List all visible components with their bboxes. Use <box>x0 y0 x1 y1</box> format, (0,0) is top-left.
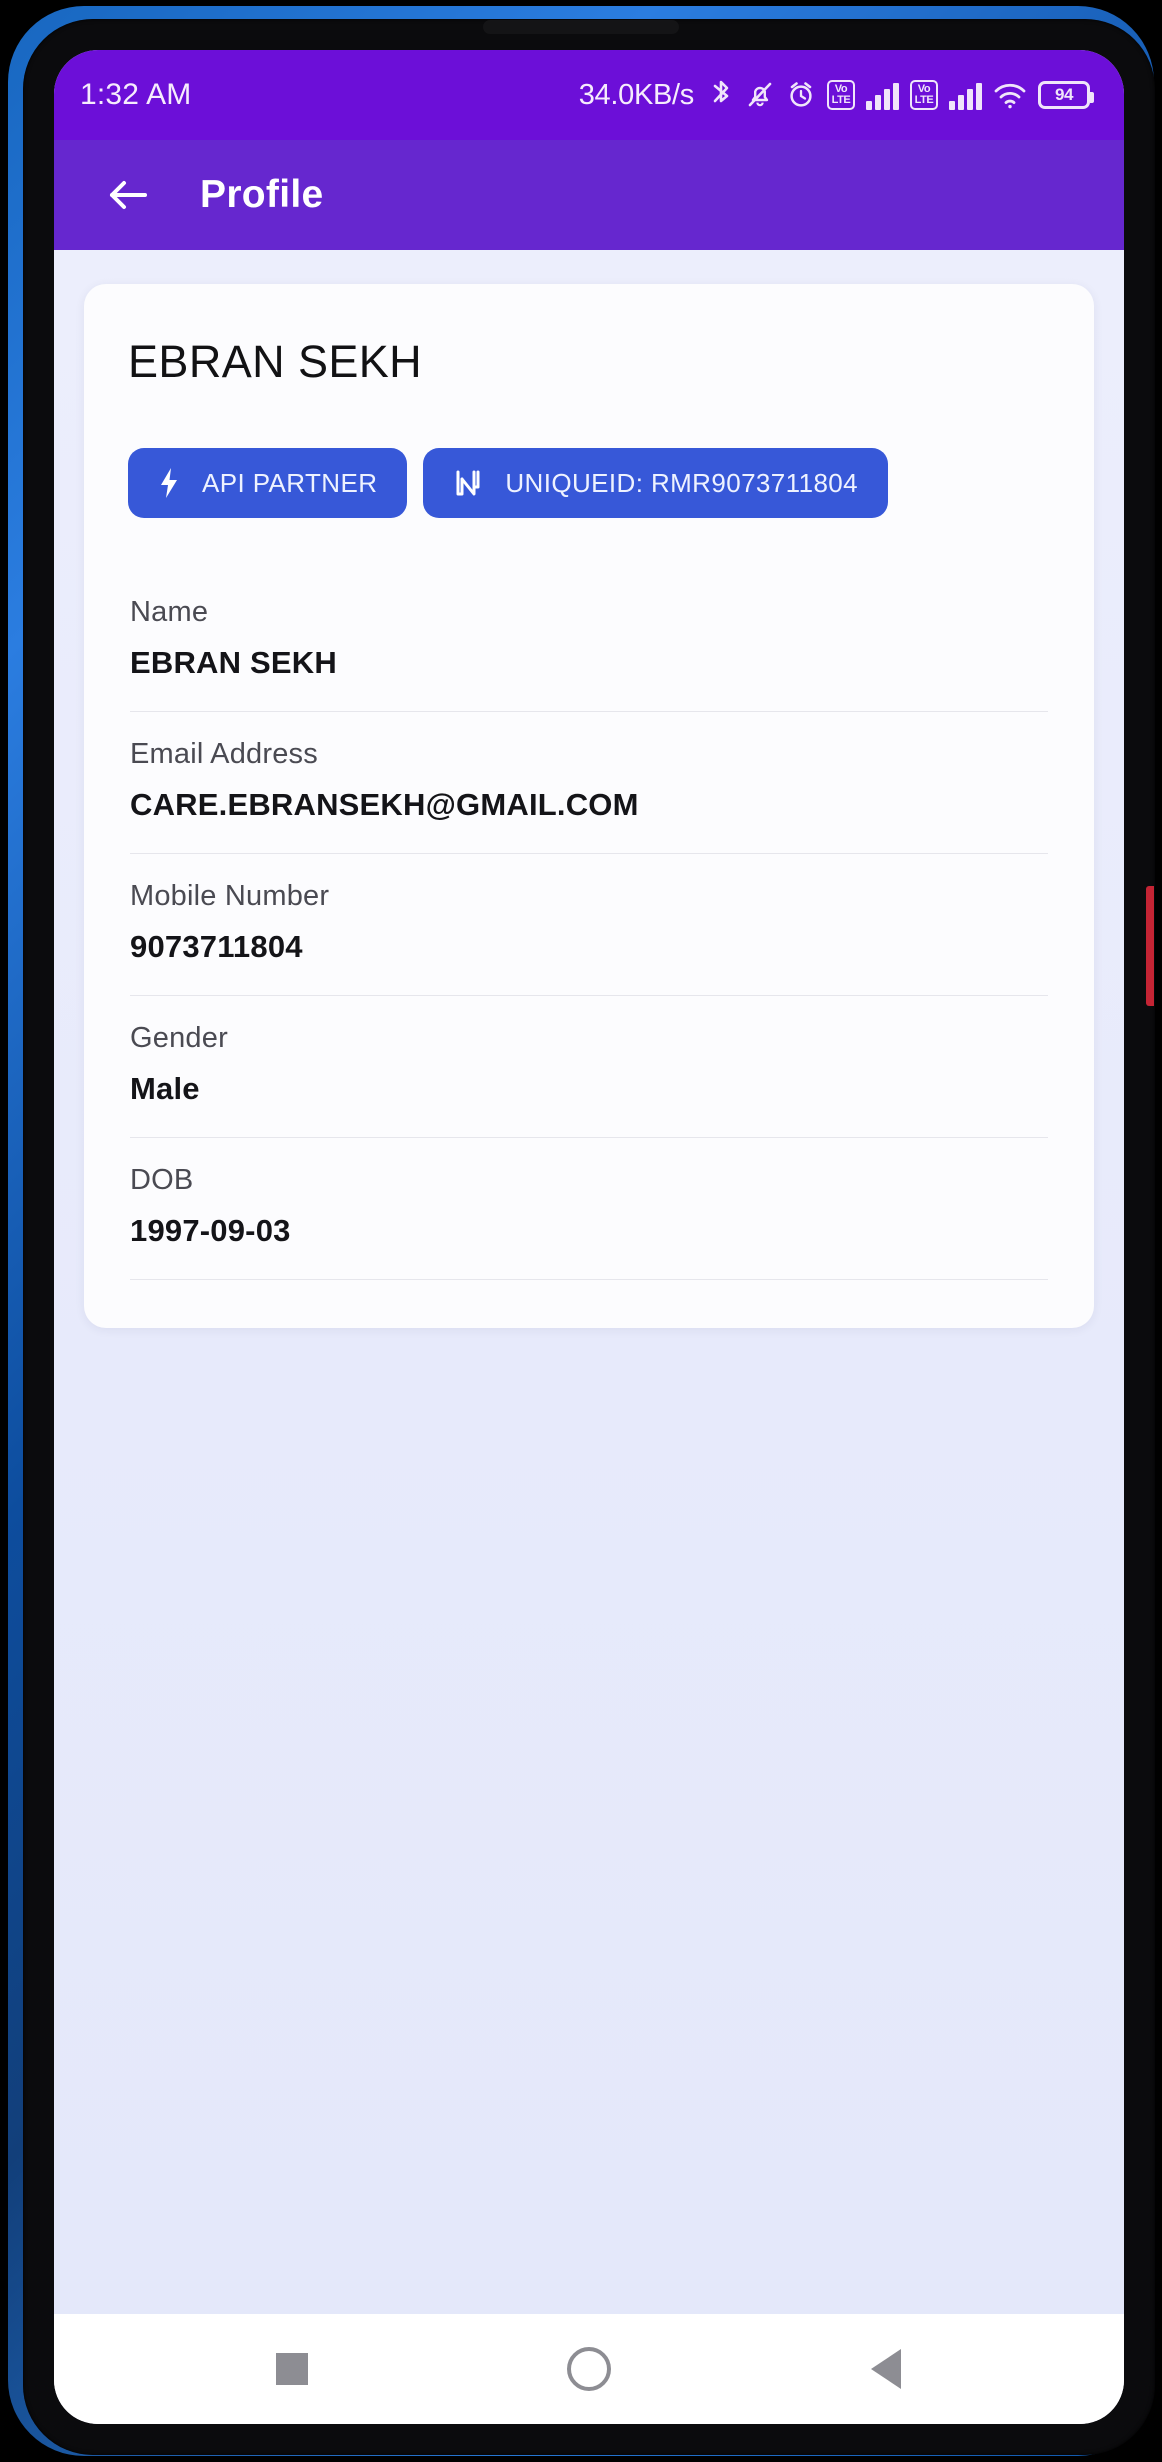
battery-icon: 94 <box>1038 81 1094 109</box>
phone-notch <box>483 20 679 34</box>
field-label-name: Name <box>130 596 209 628</box>
field-value-gender: Male <box>130 1071 200 1106</box>
profile-card: EBRAN SEKH API PARTNER UNIQUEID: RMR9073… <box>84 284 1094 1328</box>
back-button[interactable] <box>846 2329 926 2409</box>
id-card-icon <box>453 467 483 499</box>
field-label-mobile: Mobile Number <box>130 880 330 912</box>
uniqueid-badge-label: UNIQUEID: RMR9073711804 <box>505 467 859 498</box>
wifi-icon <box>993 80 1027 110</box>
app-bar: Profile <box>54 140 1124 250</box>
field-value-email: CARE.EBRANSEKH@GMAIL.COM <box>130 787 639 822</box>
api-partner-badge[interactable]: API PARTNER <box>128 448 408 518</box>
page-title: Profile <box>200 173 324 216</box>
volte-icon: Vo LTE <box>827 80 855 110</box>
profile-badges: API PARTNER UNIQUEID: RMR9073711804 <box>84 448 1094 518</box>
back-arrow-icon[interactable] <box>106 173 150 217</box>
profile-fields: Name EBRAN SEKH Email Address CARE.EBRAN… <box>84 596 1094 1280</box>
phone-screen: 1:32 AM 34.0KB/s Vo LTE Vo LTE 94 Profil… <box>54 50 1124 2424</box>
power-button[interactable] <box>1146 886 1154 1006</box>
notifications-muted-icon <box>745 79 775 111</box>
field-value-mobile: 9073711804 <box>130 929 303 964</box>
home-button[interactable] <box>549 2329 629 2409</box>
system-navigation-bar <box>54 2314 1124 2424</box>
circle-icon <box>566 2347 611 2391</box>
field-label-gender: Gender <box>130 1022 228 1054</box>
volte-icon-2: Vo LTE <box>910 80 938 110</box>
profile-display-name: EBRAN SEKH <box>128 336 423 387</box>
bluetooth-icon <box>708 79 734 111</box>
field-label-dob: DOB <box>130 1164 194 1196</box>
api-partner-badge-label: API PARTNER <box>202 467 378 498</box>
field-row: DOB 1997-09-03 <box>130 1164 1048 1280</box>
recents-button[interactable] <box>252 2329 332 2409</box>
field-row: Name EBRAN SEKH <box>130 596 1048 712</box>
lightning-bolt-icon <box>158 467 180 499</box>
field-row: Email Address CARE.EBRANSEKH@GMAIL.COM <box>130 738 1048 854</box>
phone-frame: 1:32 AM 34.0KB/s Vo LTE Vo LTE 94 Profil… <box>8 6 1155 2456</box>
field-value-dob: 1997-09-03 <box>130 1213 291 1248</box>
content-area: EBRAN SEKH API PARTNER UNIQUEID: RMR9073… <box>54 250 1124 2314</box>
battery-level: 94 <box>1055 85 1073 104</box>
field-value-name: EBRAN SEKH <box>130 645 337 680</box>
square-icon <box>276 2353 309 2385</box>
triangle-icon <box>870 2349 901 2389</box>
uniqueid-badge[interactable]: UNIQUEID: RMR9073711804 <box>423 448 889 518</box>
network-speed-text: 34.0KB/s <box>578 78 695 111</box>
field-label-email: Email Address <box>130 738 318 770</box>
status-icons: 34.0KB/s Vo LTE Vo LTE 94 <box>578 78 1094 112</box>
status-bar: 1:32 AM 34.0KB/s Vo LTE Vo LTE 94 <box>54 50 1124 140</box>
signal-icon-2 <box>949 80 982 110</box>
alarm-icon <box>786 79 816 111</box>
field-row: Mobile Number 9073711804 <box>130 880 1048 996</box>
status-clock: 1:32 AM <box>80 78 192 111</box>
field-row: Gender Male <box>130 1022 1048 1138</box>
signal-icon <box>866 80 899 110</box>
